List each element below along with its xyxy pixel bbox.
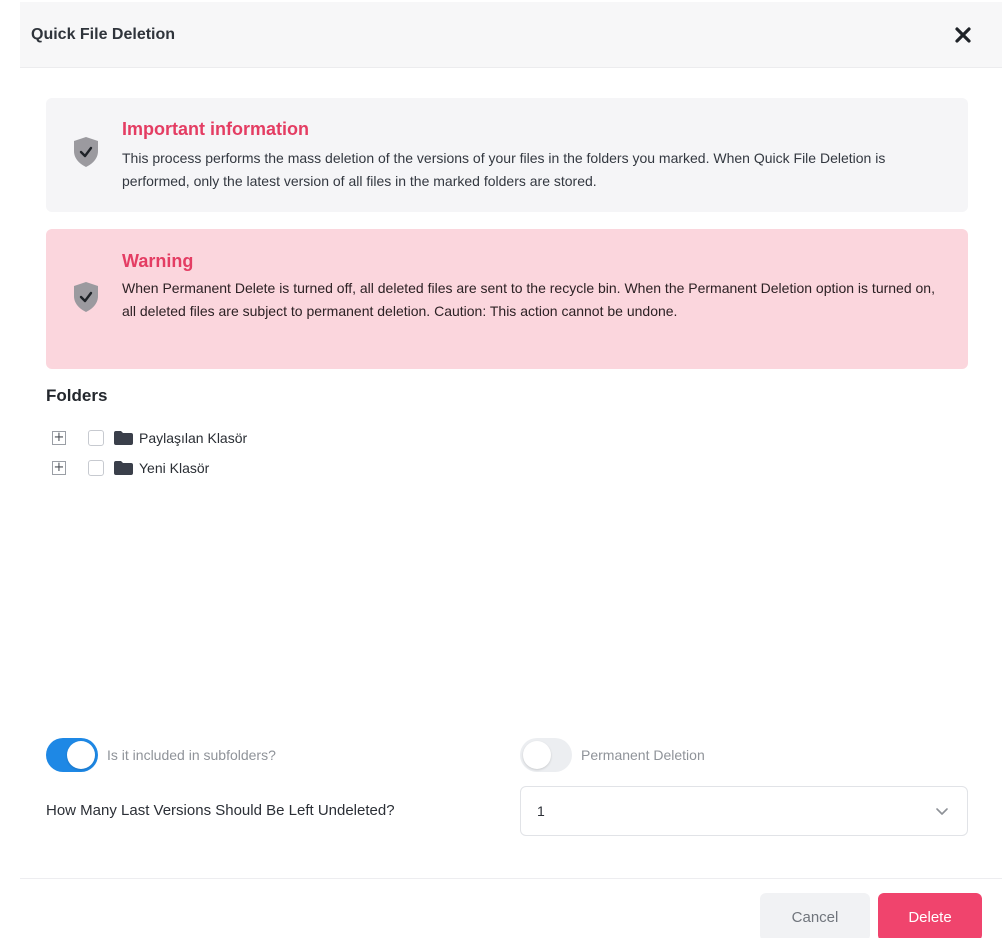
warning-title: Warning	[122, 251, 194, 271]
cancel-button[interactable]: Cancel	[760, 893, 870, 938]
subfolders-option: Is it included in subfolders?	[46, 738, 276, 772]
shield-check-icon	[74, 282, 98, 312]
dialog-title: Quick File Deletion	[31, 26, 176, 43]
permanent-deletion-label: Permanent Deletion	[581, 747, 705, 763]
quick-file-deletion-dialog: Quick File Deletion Important informatio…	[0, 0, 1002, 938]
expand-icon[interactable]: +	[52, 431, 66, 445]
subfolders-label: Is it included in subfolders?	[107, 747, 276, 763]
delete-button[interactable]: Delete	[878, 893, 982, 938]
toggle-knob	[523, 741, 551, 769]
info-title: Important information	[122, 119, 309, 139]
versions-label: How Many Last Versions Should Be Left Un…	[46, 802, 395, 819]
important-information-box: Important information This process perfo…	[46, 98, 968, 212]
info-text: This process performs the mass deletion …	[122, 150, 886, 189]
permanent-deletion-toggle[interactable]	[520, 738, 572, 772]
folder-icon	[114, 431, 133, 445]
footer-divider	[20, 878, 1002, 879]
permanent-deletion-option: Permanent Deletion	[520, 738, 705, 772]
warning-text: When Permanent Delete is turned off, all…	[122, 280, 935, 319]
subfolders-toggle[interactable]	[46, 738, 98, 772]
folder-tree: + Paylaşılan Klasör + Yeni Klasör	[52, 423, 247, 483]
folder-label[interactable]: Yeni Klasör	[139, 460, 209, 476]
folder-checkbox[interactable]	[88, 430, 104, 446]
warning-box: Warning When Permanent Delete is turned …	[46, 229, 968, 369]
tree-item[interactable]: + Yeni Klasör	[52, 453, 247, 483]
folder-icon	[114, 461, 133, 475]
tree-item[interactable]: + Paylaşılan Klasör	[52, 423, 247, 453]
close-icon	[955, 27, 971, 43]
expand-icon[interactable]: +	[52, 461, 66, 475]
chevron-down-icon	[936, 808, 948, 815]
close-button[interactable]	[948, 20, 978, 50]
toggle-knob	[67, 741, 95, 769]
versions-select[interactable]: 1	[520, 786, 968, 836]
dialog-header: Quick File Deletion	[20, 2, 1002, 68]
folder-label[interactable]: Paylaşılan Klasör	[139, 430, 247, 446]
shield-check-icon	[74, 137, 98, 167]
versions-select-value: 1	[537, 803, 545, 819]
folders-heading: Folders	[46, 386, 108, 405]
folder-checkbox[interactable]	[88, 460, 104, 476]
